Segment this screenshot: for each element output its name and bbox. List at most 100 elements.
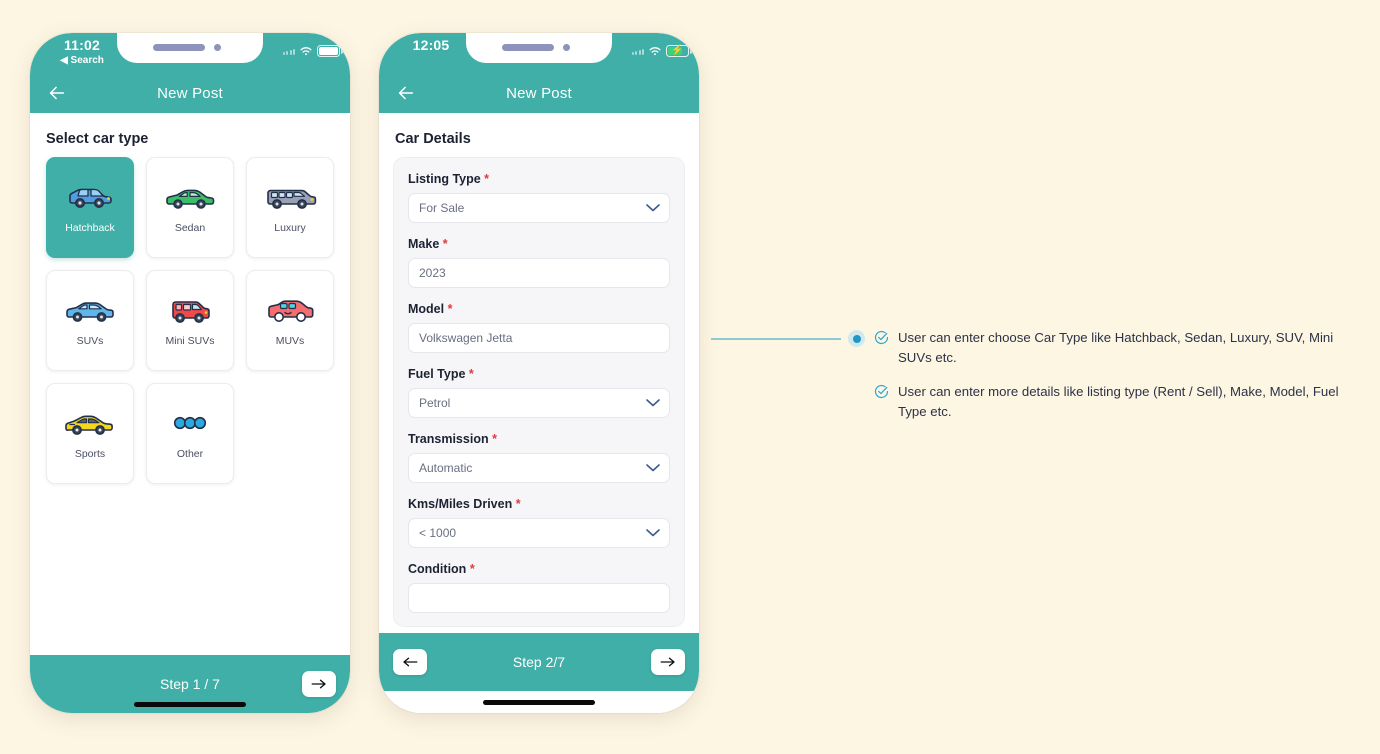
field-model: Model * Volkswagen Jetta (408, 302, 670, 353)
chevron-down-icon (646, 399, 660, 407)
arrow-right-icon (311, 679, 326, 689)
car-type-label: Hatchback (65, 221, 115, 234)
required-asterisk: * (492, 432, 497, 446)
car-type-card-other[interactable]: Other (146, 383, 234, 484)
phone2-status-bar: 12:05 ⚡ (379, 33, 699, 73)
previous-step-button[interactable] (393, 649, 427, 675)
car-type-card-mini-suvs[interactable]: Mini SUVs (146, 270, 234, 371)
field-fuel-type: Fuel Type * Petrol (408, 367, 670, 418)
step-indicator: Step 1 / 7 (160, 676, 220, 692)
condition-select[interactable] (408, 583, 670, 613)
page-title: New Post (506, 84, 572, 102)
kms-driven-select[interactable]: < 1000 (408, 518, 670, 548)
car-type-label: Sedan (174, 221, 206, 234)
annotation-notes-list: User can enter choose Car Type like Hatc… (874, 328, 1364, 436)
annotation-note-text: User can enter more details like listing… (898, 384, 1339, 419)
next-step-button[interactable] (302, 671, 336, 697)
car-type-label: Mini SUVs (165, 334, 215, 347)
field-listing-type: Listing Type * For Sale (408, 172, 670, 223)
arrow-left-icon[interactable] (395, 82, 417, 104)
field-label: Condition * (408, 562, 670, 576)
annotation-connector-line (711, 338, 841, 340)
label-text: Listing Type (408, 172, 481, 186)
canvas: 11:02 ◀ Search New Post Select car type … (0, 0, 1380, 754)
field-value: Automatic (419, 461, 473, 475)
car-type-card-muvs[interactable]: MUVs (246, 270, 334, 371)
phone2-status-right: ⚡ (631, 45, 692, 57)
speaker-grille-icon (502, 44, 554, 51)
phone1-footer: Step 1 / 7 (30, 655, 350, 713)
arrow-left-icon (403, 657, 418, 667)
field-value: Petrol (419, 396, 451, 410)
chevron-down-icon (646, 529, 660, 537)
car-type-card-hatchback[interactable]: Hatchback (46, 157, 134, 258)
suv-car-icon (66, 301, 114, 322)
phone1-status-right (282, 45, 343, 57)
field-value: < 1000 (419, 526, 457, 540)
label-text: Transmission (408, 432, 489, 446)
phone2-status-left: 12:05 (393, 37, 469, 54)
check-circle-icon (874, 330, 889, 345)
phone2-home-area (379, 691, 699, 713)
phone1-navbar: New Post (30, 73, 350, 113)
front-camera-icon (563, 44, 570, 51)
wifi-icon (649, 46, 661, 55)
field-kms-driven: Kms/Miles Driven * < 1000 (408, 497, 670, 548)
fuel-type-select[interactable]: Petrol (408, 388, 670, 418)
required-asterisk: * (469, 562, 475, 576)
luxury-car-icon (267, 189, 317, 209)
wifi-icon (300, 46, 312, 55)
battery-icon (317, 45, 343, 57)
status-time: 12:05 (412, 37, 450, 53)
three-dots-icon (173, 416, 207, 429)
mini-suv-car-icon (172, 300, 210, 323)
cellular-signal-icon (631, 47, 644, 55)
field-value: Volkswagen Jetta (419, 331, 513, 345)
phone1-status-left: 11:02 ◀ Search (44, 37, 120, 67)
field-value: 2023 (419, 266, 446, 280)
car-type-card-luxury[interactable]: Luxury (246, 157, 334, 258)
arrow-left-icon[interactable] (46, 82, 68, 104)
check-circle-icon (874, 384, 889, 399)
car-type-card-suvs[interactable]: SUVs (46, 270, 134, 371)
phone-mockup-step1: 11:02 ◀ Search New Post Select car type … (30, 33, 350, 713)
status-time: 11:02 (63, 37, 101, 53)
home-indicator (483, 700, 595, 705)
model-input[interactable]: Volkswagen Jetta (408, 323, 670, 353)
phone2-top-teal: 12:05 ⚡ New Post (379, 33, 699, 113)
listing-type-select[interactable]: For Sale (408, 193, 670, 223)
field-transmission: Transmission * Automatic (408, 432, 670, 483)
car-type-label: Sports (74, 447, 106, 460)
phone-mockup-step2: 12:05 ⚡ New Post Car Details Listing Typ… (379, 33, 699, 713)
car-details-heading: Car Details (395, 131, 471, 147)
car-type-card-sedan[interactable]: Sedan (146, 157, 234, 258)
annotation-marker-dot (848, 330, 865, 347)
phone2-footer: Step 2/7 (379, 633, 699, 691)
select-car-type-heading: Select car type (46, 131, 149, 147)
next-step-button[interactable] (651, 649, 685, 675)
status-back-to-search[interactable]: ◀ Search (44, 54, 120, 67)
car-type-label: Other (176, 447, 204, 460)
phone1-status-bar: 11:02 ◀ Search (30, 33, 350, 73)
label-text: Model (408, 302, 445, 316)
annotation-note: User can enter choose Car Type like Hatc… (874, 328, 1364, 368)
sedan-car-icon (166, 189, 215, 209)
annotation-note: User can enter more details like listing… (874, 382, 1364, 422)
make-input[interactable]: 2023 (408, 258, 670, 288)
home-indicator (134, 702, 246, 707)
step-indicator: Step 2/7 (512, 654, 566, 670)
field-condition: Condition * (408, 562, 670, 613)
chevron-down-icon (646, 204, 660, 212)
field-value: For Sale (419, 201, 465, 215)
chevron-down-icon (646, 464, 660, 472)
transmission-select[interactable]: Automatic (408, 453, 670, 483)
phone2-notch (466, 33, 612, 63)
car-type-card-sports[interactable]: Sports (46, 383, 134, 484)
label-text: Fuel Type (408, 367, 466, 381)
battery-charging-icon: ⚡ (666, 45, 692, 57)
phone2-body: Car Details Listing Type * For Sale Make… (379, 113, 699, 633)
lightning-bolt-icon: ⚡ (671, 45, 684, 56)
field-label: Model * (408, 302, 670, 316)
phone1-top-teal: 11:02 ◀ Search New Post (30, 33, 350, 113)
arrow-right-icon (660, 657, 675, 667)
